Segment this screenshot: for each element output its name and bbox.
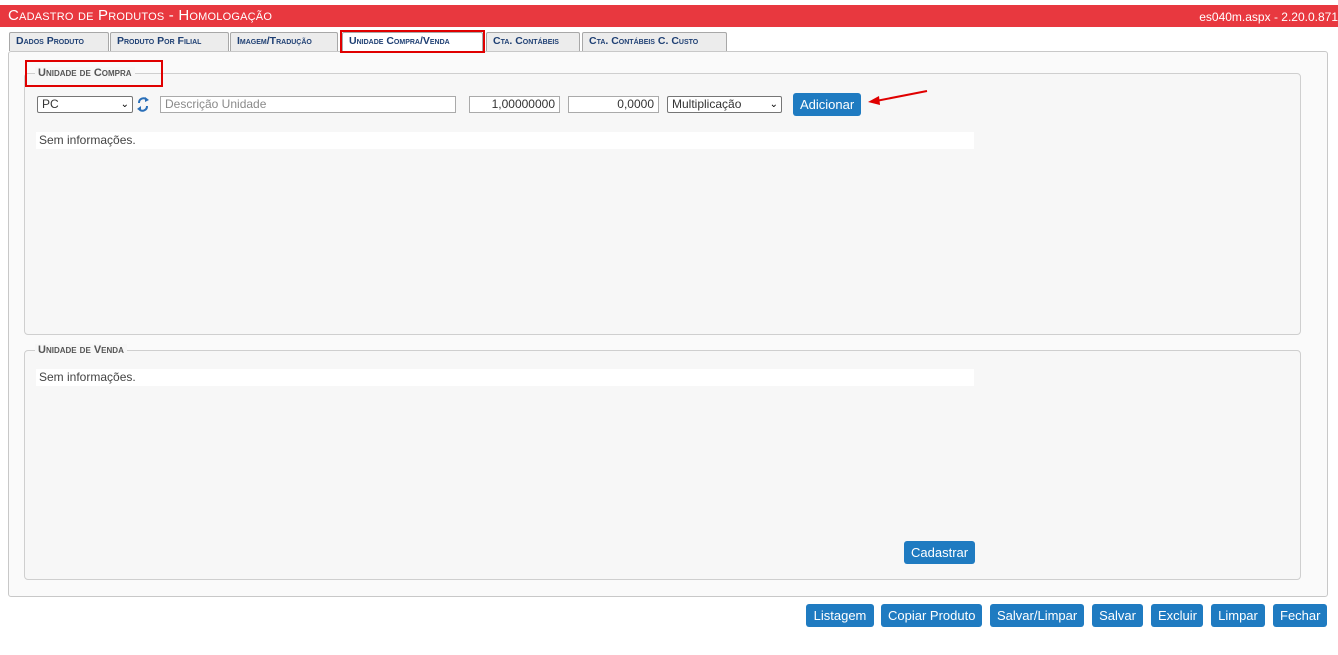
excluir-button[interactable]: Excluir — [1151, 604, 1203, 627]
limpar-button[interactable]: Limpar — [1211, 604, 1265, 627]
valor-input[interactable]: 0,0000 — [568, 96, 659, 113]
tab-cta-contabeis[interactable]: Cta. Contábeis — [486, 32, 580, 51]
adicionar-button[interactable]: Adicionar — [793, 93, 861, 116]
compra-empty-message: Sem informações. — [36, 132, 974, 149]
listagem-button[interactable]: Listagem — [806, 604, 874, 627]
tab-imagem-traducao[interactable]: Imagem/Tradução — [230, 32, 338, 51]
chevron-down-icon: ⌄ — [769, 99, 778, 110]
operacao-select-value: Multiplicação — [672, 97, 742, 111]
tab-produto-por-filial[interactable]: Produto Por Filial — [110, 32, 229, 51]
refresh-icon[interactable] — [136, 95, 150, 113]
tab-unidade-compra-venda[interactable]: Unidade Compra/Venda — [342, 32, 483, 52]
unit-select-value: PC — [42, 97, 59, 111]
descricao-unidade-input[interactable]: Descrição Unidade — [160, 96, 456, 113]
salvar-button[interactable]: Salvar — [1092, 604, 1143, 627]
operacao-select[interactable]: Multiplicação ⌄ — [667, 96, 782, 113]
tab-dados-produto[interactable]: Dados Produto — [9, 32, 109, 51]
unidade-compra-legend: Unidade de Compra — [35, 67, 135, 79]
venda-empty-message: Sem informações. — [36, 369, 974, 386]
title-bar: Cadastro de Produtos - Homologação es040… — [0, 5, 1338, 27]
tab-cta-contabeis-c-custo[interactable]: Cta. Contábeis C. Custo — [582, 32, 727, 51]
unidade-venda-legend: Unidade de Venda — [35, 344, 127, 356]
annotation-arrow-icon — [866, 88, 930, 106]
copiar-produto-button[interactable]: Copiar Produto — [881, 604, 982, 627]
unit-select[interactable]: PC ⌄ — [37, 96, 133, 113]
version-label: es040m.aspx - 2.20.0.871 — [1199, 10, 1338, 24]
chevron-down-icon: ⌄ — [120, 99, 129, 110]
fator-input[interactable]: 1,00000000 — [469, 96, 560, 113]
page-title: Cadastro de Produtos - Homologação — [8, 7, 273, 24]
salvar-limpar-button[interactable]: Salvar/Limpar — [990, 604, 1084, 627]
cadastrar-button[interactable]: Cadastrar — [904, 541, 975, 564]
fechar-button[interactable]: Fechar — [1273, 604, 1327, 627]
